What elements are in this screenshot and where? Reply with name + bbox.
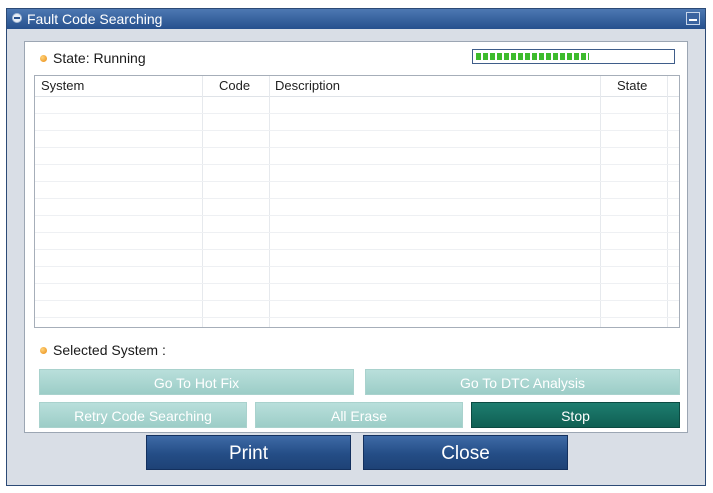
stop-button[interactable]: Stop (471, 402, 680, 428)
row-separator (35, 113, 679, 114)
window-title: Fault Code Searching (27, 11, 163, 27)
row-separator (35, 232, 679, 233)
row-separator (35, 317, 679, 318)
retry-code-searching-button[interactable]: Retry Code Searching (39, 402, 247, 428)
selected-system-bullet-icon (40, 347, 47, 354)
all-erase-button[interactable]: All Erase (255, 402, 463, 428)
search-progress-bar (472, 49, 675, 64)
column-header-system[interactable]: System (41, 76, 84, 96)
row-separator (35, 266, 679, 267)
fault-code-window: Fault Code Searching State: Running Syst… (6, 8, 706, 486)
selected-system-label: Selected System : (53, 342, 166, 358)
content-panel: State: Running System Code Description S… (24, 41, 688, 433)
row-separator (35, 147, 679, 148)
print-button[interactable]: Print (146, 435, 351, 470)
close-button[interactable]: Close (363, 435, 568, 470)
fault-code-table[interactable]: System Code Description State (34, 75, 680, 328)
row-separator (35, 300, 679, 301)
progress-fill (476, 53, 589, 60)
state-label: State: Running (53, 50, 146, 66)
row-separator (35, 164, 679, 165)
row-separator (35, 198, 679, 199)
column-header-state[interactable]: State (617, 76, 647, 96)
column-header-description[interactable]: Description (275, 76, 340, 96)
window-icon (12, 13, 22, 23)
row-separator (35, 181, 679, 182)
table-header: System Code Description State (35, 76, 679, 97)
row-separator (35, 249, 679, 250)
minimize-button[interactable] (686, 12, 700, 25)
go-to-hot-fix-button[interactable]: Go To Hot Fix (39, 369, 354, 395)
row-separator (35, 130, 679, 131)
title-bar[interactable]: Fault Code Searching (7, 9, 705, 29)
row-separator (35, 215, 679, 216)
row-separator (35, 283, 679, 284)
go-to-dtc-analysis-button[interactable]: Go To DTC Analysis (365, 369, 680, 395)
state-bullet-icon (40, 55, 47, 62)
column-header-code[interactable]: Code (219, 76, 250, 96)
